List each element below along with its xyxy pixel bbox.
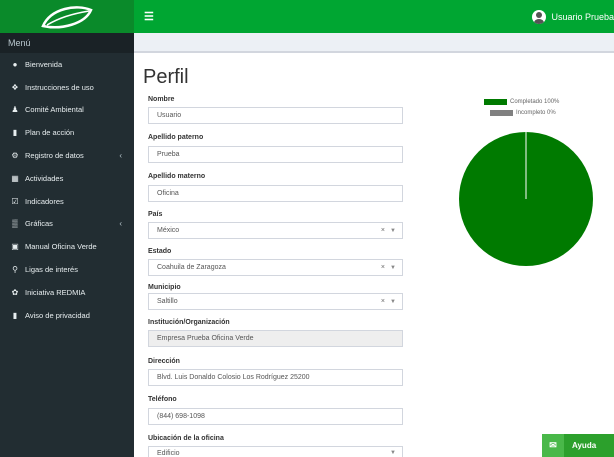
apellido-materno-value: Oficina	[157, 190, 179, 197]
chevron-down-icon[interactable]: ▼	[390, 228, 396, 234]
pais-value: México	[157, 227, 180, 234]
sidebar-item-label: Gráficas	[25, 219, 53, 229]
sidebar-item-label: Manual Oficina Verde	[25, 242, 97, 252]
legend-label: Completado 100%	[510, 99, 560, 105]
estado-value: Coahuila de Zaragoza	[157, 264, 226, 271]
sidebar-item-graficas[interactable]: ▒ Gráficas ‹	[0, 213, 134, 236]
chevron-left-icon: ‹	[119, 151, 122, 161]
page-title: Perfil	[143, 66, 189, 88]
map-marker-icon: ⚲	[12, 265, 18, 275]
direccion-value: Blvd. Luis Donaldo Colosio Los Rodríguez…	[157, 374, 310, 381]
sidebar-title: Menú	[0, 33, 134, 53]
nombre-input[interactable]: Usuario	[148, 107, 403, 124]
legend-item-incomplete[interactable]: Incompleto 0%	[490, 110, 556, 116]
chevron-down-icon[interactable]: ▼	[390, 450, 396, 456]
user-name: Usuario Prueba	[551, 11, 614, 22]
telefono-label: Teléfono	[148, 396, 177, 403]
logo[interactable]	[0, 0, 134, 33]
apellido-paterno-input[interactable]: Prueba	[148, 146, 403, 163]
sidebar-item-registro[interactable]: ⚙ Registro de datos ‹	[0, 144, 134, 167]
sidebar: Menú ● Bienvenida ❖ Instrucciones de uso…	[0, 33, 134, 457]
sidebar-item-actividades[interactable]: ▦ Actividades	[0, 167, 134, 190]
pais-select[interactable]: México × ▼	[148, 222, 403, 239]
clear-icon[interactable]: ×	[381, 227, 385, 234]
users-icon: ♟	[11, 105, 19, 115]
telefono-input[interactable]: (844) 698-1098	[148, 408, 403, 425]
leaf-logo-icon	[41, 5, 93, 28]
gears-icon: ⚙	[11, 151, 19, 161]
direccion-input[interactable]: Blvd. Luis Donaldo Colosio Los Rodríguez…	[148, 369, 403, 386]
clear-icon[interactable]: ×	[381, 264, 385, 271]
apellido-materno-label: Apellido materno	[148, 173, 206, 180]
book-icon: ▣	[11, 242, 19, 252]
sidebar-item-label: Bienvenida	[25, 59, 63, 69]
chevron-down-icon[interactable]: ▼	[390, 265, 396, 271]
apellido-materno-input[interactable]: Oficina	[148, 185, 403, 202]
pais-label: País	[148, 211, 163, 218]
sidebar-item-instrucciones[interactable]: ❖ Instrucciones de uso	[0, 76, 134, 99]
checkbox-icon: ☑	[11, 196, 19, 206]
legend-swatch	[484, 99, 507, 105]
direccion-label: Dirección	[148, 358, 180, 365]
legend-swatch	[490, 110, 513, 116]
calendar-icon: ▦	[11, 173, 19, 183]
progress-pie-chart	[459, 132, 593, 266]
sidebar-item-manual[interactable]: ▣ Manual Oficina Verde	[0, 235, 134, 258]
telefono-value: (844) 698-1098	[157, 413, 205, 420]
institucion-input: Empresa Prueba Oficina Verde	[148, 330, 403, 347]
apellido-paterno-value: Prueba	[157, 151, 180, 158]
ubicacion-label: Ubicación de la oficina	[148, 435, 224, 442]
sidebar-item-label: Aviso de privacidad	[25, 310, 90, 320]
apellido-paterno-label: Apellido paterno	[148, 134, 204, 141]
institucion-label: Institución/Organización	[148, 319, 230, 326]
sidebar-item-comite[interactable]: ♟ Comité Ambiental	[0, 99, 134, 122]
estado-select[interactable]: Coahuila de Zaragoza × ▼	[148, 259, 403, 276]
sidebar-item-label: Comité Ambiental	[25, 105, 84, 115]
help-label: Ayuda	[572, 441, 597, 450]
document-icon: ▮	[12, 310, 18, 320]
sidebar-item-label: Registro de datos	[25, 151, 84, 161]
ubicacion-value: Edificio	[157, 450, 180, 457]
sidebar-item-label: Actividades	[25, 173, 64, 183]
legend-item-completed[interactable]: Completado 100%	[484, 99, 559, 105]
legend-label: Incompleto 0%	[516, 110, 556, 116]
sidebar-item-redmia[interactable]: ✿ Iniciativa REDMIA	[0, 281, 134, 304]
bar-chart-icon: ▒	[12, 219, 18, 229]
chevron-down-icon[interactable]: ▼	[390, 299, 396, 305]
comment-icon: ●	[12, 59, 18, 69]
municipio-label: Municipio	[148, 284, 181, 291]
file-icon: ▮	[12, 128, 18, 138]
sidebar-item-label: Instrucciones de uso	[25, 82, 94, 92]
sidebar-item-label: Indicadores	[25, 196, 64, 206]
sidebar-item-plan[interactable]: ▮ Plan de acción	[0, 121, 134, 144]
municipio-select[interactable]: Saltillo × ▼	[148, 293, 403, 310]
nombre-value: Usuario	[157, 112, 182, 119]
leaf-icon: ✿	[11, 287, 19, 297]
top-navbar: ☰ Usuario Prueba	[134, 0, 614, 33]
sidebar-item-label: Iniciativa REDMIA	[25, 287, 86, 297]
user-avatar-icon	[532, 9, 547, 24]
sidebar-item-ligas[interactable]: ⚲ Ligas de interés	[0, 258, 134, 281]
ubicacion-select[interactable]: Edificio ▼	[148, 446, 403, 457]
clear-icon[interactable]: ×	[381, 298, 385, 305]
sidebar-item-label: Ligas de interés	[25, 265, 78, 275]
sidebar-item-label: Plan de acción	[25, 128, 75, 138]
nombre-label: Nombre	[148, 96, 175, 103]
info-icon: ❖	[11, 82, 19, 92]
sidebar-item-aviso[interactable]: ▮ Aviso de privacidad	[0, 304, 134, 327]
help-button[interactable]: ✉ Ayuda	[542, 434, 614, 457]
institucion-value: Empresa Prueba Oficina Verde	[157, 335, 254, 342]
user-menu[interactable]: Usuario Prueba	[532, 0, 614, 33]
estado-label: Estado	[148, 248, 172, 255]
sidebar-item-bienvenida[interactable]: ● Bienvenida	[0, 53, 134, 76]
municipio-value: Saltillo	[157, 298, 178, 305]
chevron-left-icon: ‹	[119, 219, 122, 229]
hamburger-menu-icon[interactable]: ☰	[144, 10, 154, 23]
sidebar-item-indicadores[interactable]: ☑ Indicadores	[0, 190, 134, 213]
chat-icon: ✉	[542, 434, 564, 457]
